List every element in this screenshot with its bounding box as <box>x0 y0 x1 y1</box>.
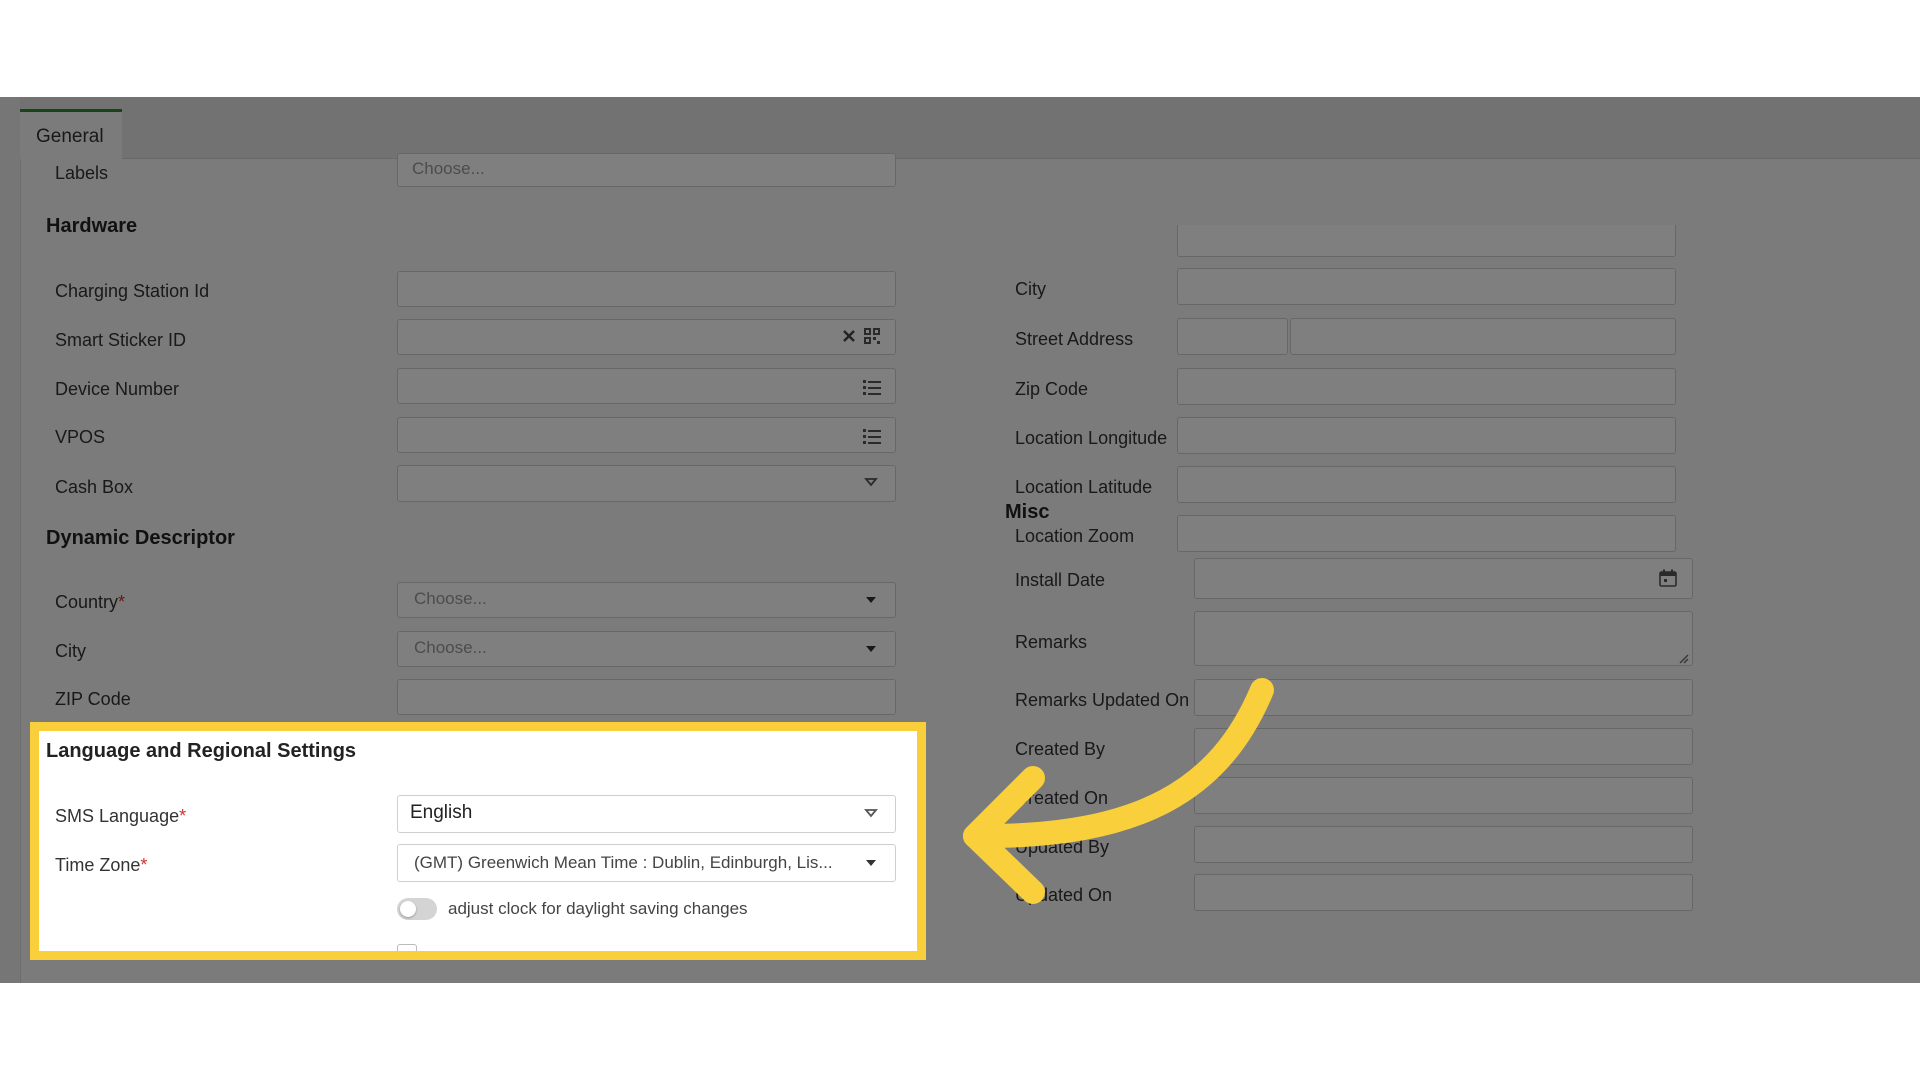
pointer-arrow <box>963 678 1274 904</box>
arrow-shaft <box>963 678 1274 849</box>
